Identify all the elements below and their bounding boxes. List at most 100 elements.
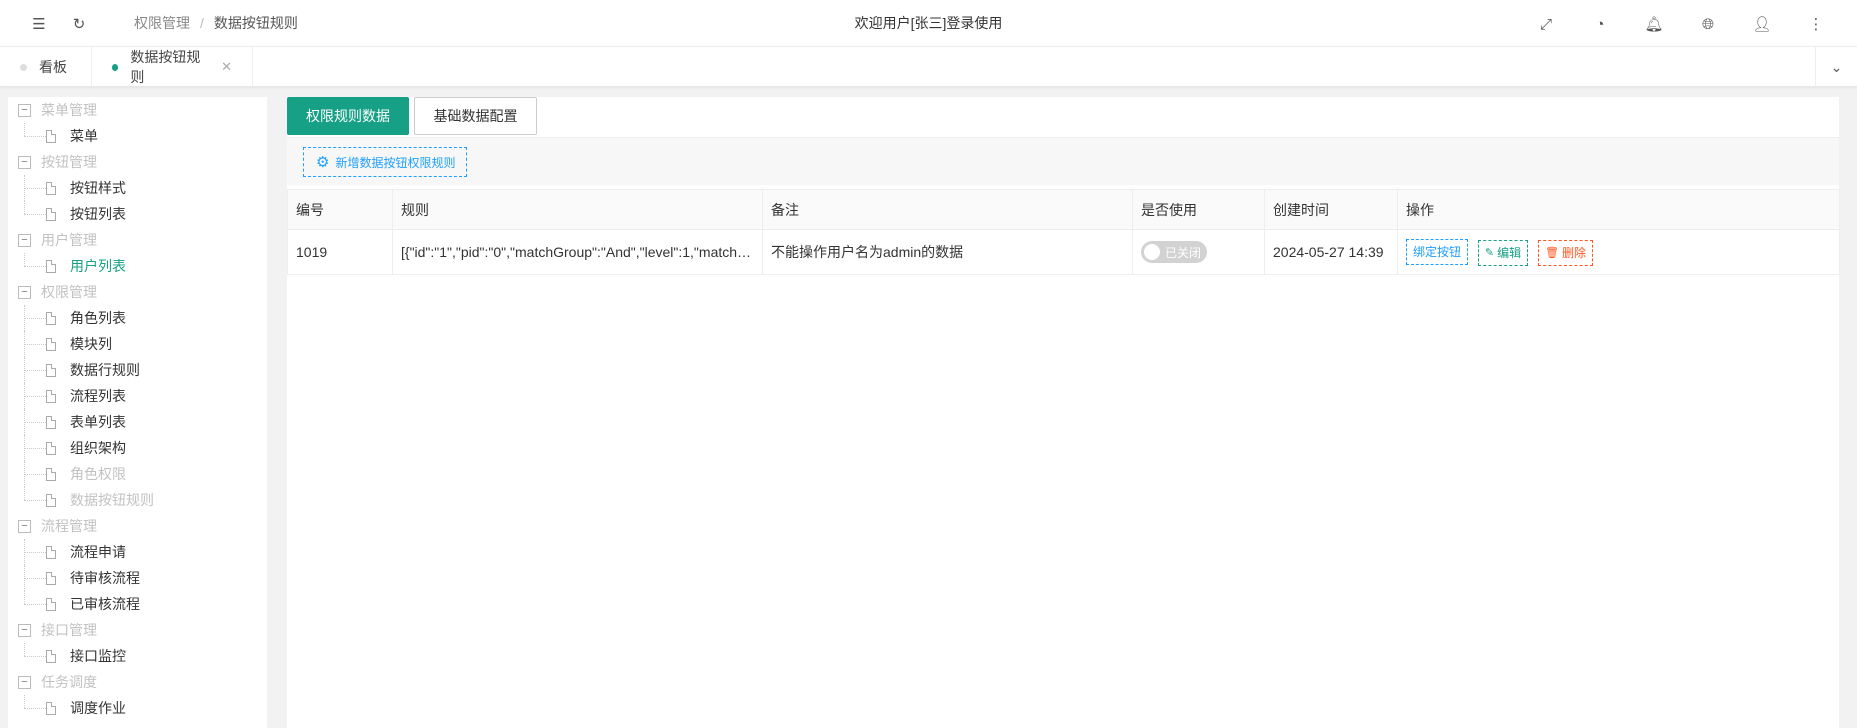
sidebar-item-label: 按钮样式 xyxy=(70,180,126,196)
delete-button[interactable]: 🗑︎ 删除 xyxy=(1538,239,1594,266)
sidebar-item[interactable]: 接口监控 xyxy=(8,643,267,669)
collapse-icon[interactable]: − xyxy=(18,103,31,117)
tree-group[interactable]: − 用户管理 xyxy=(8,227,267,253)
bind-button-label: 绑定按钮 xyxy=(1413,245,1462,259)
add-rule-button[interactable]: ⚙ 新增数据按钮权限规则 xyxy=(303,147,467,177)
file-icon xyxy=(46,312,56,325)
file-icon xyxy=(46,338,56,351)
user-icon[interactable]: 👤︎ xyxy=(1750,12,1774,36)
tree-connector xyxy=(24,188,46,189)
sidebar-item[interactable]: 组织架构 xyxy=(8,435,267,461)
sidebar-item-label: 角色列表 xyxy=(70,310,126,326)
rules-table: 编号 规则 备注 是否使用 创建时间 操作 1019 [{"id":"1","p… xyxy=(287,189,1840,275)
tree-connector xyxy=(24,253,25,266)
cell-rule: [{"id":"1","pid":"0","matchGroup":"And",… xyxy=(392,229,763,275)
collapse-icon[interactable]: − xyxy=(18,675,31,689)
breadcrumb-item[interactable]: 权限管理 xyxy=(134,15,190,31)
more-icon[interactable]: ⋮ xyxy=(1804,12,1828,36)
tree-connector xyxy=(24,604,46,605)
tab-basic-config-button[interactable]: 基础数据配置 xyxy=(414,97,537,135)
tree-group[interactable]: − 流程管理 xyxy=(8,513,267,539)
cell-remark: 不能操作用户名为admin的数据 xyxy=(762,229,1133,275)
file-icon xyxy=(46,546,56,559)
column-header-id[interactable]: 编号 xyxy=(287,189,393,230)
close-icon[interactable]: ✕ xyxy=(221,59,232,75)
tree-group-label: 权限管理 xyxy=(41,284,97,300)
sidebar-item-label: 表单列表 xyxy=(70,414,126,430)
column-header-enabled[interactable]: 是否使用 xyxy=(1132,189,1265,230)
sidebar-item[interactable]: 用户列表 xyxy=(8,253,267,279)
tree-group-label: 接口管理 xyxy=(41,622,97,638)
globe-icon[interactable]: 🌐︎ xyxy=(1696,12,1720,36)
tree-group[interactable]: − 按钮管理 xyxy=(8,149,267,175)
tab-rule-data-button[interactable]: 权限规则数据 xyxy=(287,97,409,135)
column-header-created[interactable]: 创建时间 xyxy=(1264,189,1398,230)
toggle-knob xyxy=(1144,244,1160,260)
bell-icon[interactable]: 🔔︎ xyxy=(1642,12,1666,36)
sidebar-item-label: 数据行规则 xyxy=(70,362,140,378)
sidebar-item[interactable]: 菜单 xyxy=(8,123,267,149)
bind-button[interactable]: 绑定按钮 xyxy=(1406,238,1469,265)
theme-icon[interactable]: ◔ xyxy=(1588,12,1612,36)
tab-dashboard[interactable]: 看板 xyxy=(0,47,92,87)
tree-group[interactable]: − 权限管理 xyxy=(8,279,267,305)
fullscreen-icon[interactable]: ⤢ xyxy=(1534,12,1558,36)
cell-enabled: 已关闭 xyxy=(1132,229,1265,275)
tree-group[interactable]: − 菜单管理 xyxy=(8,97,267,123)
edit-button[interactable]: ✎ 编辑 xyxy=(1477,239,1529,266)
tree-connector xyxy=(24,552,46,553)
edit-button-label: 编辑 xyxy=(1497,246,1522,260)
sidebar-item[interactable]: 数据行规则 xyxy=(8,357,267,383)
toggle-label: 已关闭 xyxy=(1165,245,1202,260)
cell-id: 1019 xyxy=(287,229,393,275)
collapse-icon[interactable]: − xyxy=(18,155,31,169)
tree-connector xyxy=(24,422,46,423)
sidebar-item[interactable]: 已审核流程 xyxy=(8,591,267,617)
column-header-rule[interactable]: 规则 xyxy=(392,189,763,230)
tree-connector xyxy=(24,266,46,267)
chevron-down-icon[interactable]: ⌄ xyxy=(1815,47,1857,87)
tree-connector xyxy=(24,370,46,371)
sidebar-item[interactable]: 模块列 xyxy=(8,331,267,357)
sidebar-item[interactable]: 流程列表 xyxy=(8,383,267,409)
column-header-actions[interactable]: 操作 xyxy=(1397,189,1840,230)
tab-dot-icon xyxy=(20,63,27,71)
tree-group[interactable]: − 任务调度 xyxy=(8,669,267,695)
sidebar-item-label: 按钮列表 xyxy=(70,206,126,222)
sidebar-item-label: 待审核流程 xyxy=(70,570,140,586)
refresh-icon[interactable]: ↻ xyxy=(67,12,91,36)
collapse-icon[interactable]: − xyxy=(18,233,31,247)
sidebar-item[interactable]: 角色列表 xyxy=(8,305,267,331)
menu-fold-icon[interactable]: ☰ xyxy=(27,12,51,36)
enabled-toggle[interactable]: 已关闭 xyxy=(1141,241,1207,263)
tree-group-label: 任务调度 xyxy=(41,674,97,690)
breadcrumb-current: 数据按钮规则 xyxy=(213,15,298,31)
pencil-icon: ✎ xyxy=(1484,247,1495,259)
tab-data-button-rules[interactable]: 数据按钮规则 ✕ xyxy=(92,47,253,87)
sidebar-item-label: 接口监控 xyxy=(70,648,126,664)
column-header-remark[interactable]: 备注 xyxy=(762,189,1133,230)
sidebar-item[interactable]: 表单列表 xyxy=(8,409,267,435)
sidebar-item[interactable]: 按钮列表 xyxy=(8,201,267,227)
sidebar-item-label: 模块列 xyxy=(70,336,112,352)
tree-group-label: 按钮管理 xyxy=(41,154,97,170)
file-icon xyxy=(46,260,56,273)
sidebar-item[interactable]: 待审核流程 xyxy=(8,565,267,591)
tree-group[interactable]: − 接口管理 xyxy=(8,617,267,643)
sidebar-item[interactable]: 按钮样式 xyxy=(8,175,267,201)
file-icon xyxy=(46,364,56,377)
sidebar-item-label: 流程申请 xyxy=(70,544,126,560)
sidebar-tree: − 菜单管理 菜单 − 按钮管理 按钮样式 按钮列表 − 用户管理 用户列表 − 权限管理 角色列表 模块… xyxy=(8,97,267,728)
sidebar-item[interactable]: 调度作业 xyxy=(8,695,267,721)
file-icon xyxy=(46,208,56,221)
sidebar-item[interactable]: 角色权限 xyxy=(8,461,267,487)
cell-actions: 绑定按钮 ✎ 编辑 🗑︎ 删除 xyxy=(1397,229,1840,275)
sidebar-item-label: 组织架构 xyxy=(70,440,126,456)
sidebar-item[interactable]: 流程申请 xyxy=(8,539,267,565)
sidebar-item[interactable]: 数据按钮规则 xyxy=(8,487,267,513)
collapse-icon[interactable]: − xyxy=(18,623,31,637)
collapse-icon[interactable]: − xyxy=(18,285,31,299)
file-icon xyxy=(46,442,56,455)
tree-group-label: 流程管理 xyxy=(41,518,97,534)
collapse-icon[interactable]: − xyxy=(18,519,31,533)
